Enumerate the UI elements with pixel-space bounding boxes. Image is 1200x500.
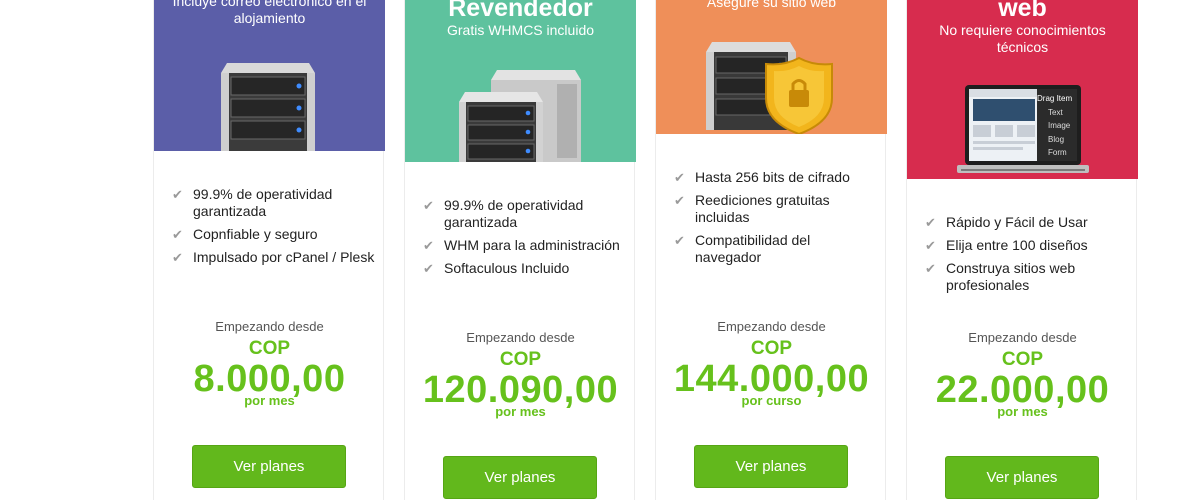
feature-item: ✔ 99.9% de operatividad garantizada [423,197,584,230]
builder-panel-title: Drag Item [1037,94,1073,103]
price-currency: COP [750,338,793,359]
price-from-label: Empezando desde [466,330,575,345]
price-block: Empezando desde COP 120.090,00 por mes [405,330,636,419]
plan-header: Incluye correo electrónico en el alojami… [154,0,385,151]
plan-card-reseller: Revendedor Gratis WHMCS incluido ✔ 99.9% … [404,0,636,500]
check-icon: ✔ [674,193,685,208]
feature-item: ✔ Construya sitios web profesionales [925,260,1076,293]
plan-header: web No requiere conocimientos técnicos D… [907,0,1138,179]
plan-subtitle: Gratis WHMCS incluido [446,22,595,38]
plan-title: Revendedor [448,0,593,22]
plan-header: Asegure su sitio web [656,0,887,134]
double-server-icon [459,70,581,162]
check-icon: ✔ [925,215,936,230]
price-from-label: Empezando desde [717,319,826,334]
price-from-label: Empezando desde [215,319,324,334]
feature-item: ✔ Elija entre 100 diseños [925,237,1088,253]
feature-list: ✔ Hasta 256 bits de cifrado ✔ Reediciones … [674,169,877,272]
builder-panel-item: Form [1048,148,1067,157]
plan-title: web [998,0,1047,22]
price-currency: COP [499,349,542,370]
feature-item: ✔ Reediciones gratuitas incluidas [674,192,830,225]
builder-panel-item: Image [1048,121,1071,130]
view-plans-button[interactable]: Ver planes [443,456,597,499]
check-icon: ✔ [423,261,434,276]
view-plans-button[interactable]: Ver planes [192,445,346,488]
view-plans-button[interactable]: Ver planes [945,456,1099,499]
builder-panel: Drag Item Text Image Blog Form [1037,92,1075,160]
price-block: Empezando desde COP 8.000,00 por mes [154,319,385,408]
check-icon: ✔ [925,261,936,276]
check-icon: ✔ [674,233,685,248]
view-plans-button[interactable]: Ver planes [694,445,848,488]
price-block: Empezando desde COP 144.000,00 por curso [656,319,887,408]
server-icon [221,63,315,151]
price-currency: COP [248,338,291,359]
plan-subtitle: No requiere conocimientos técnicos [939,22,1106,55]
plan-card-email-hosting: Incluye correo electrónico en el alojami… [153,0,385,500]
feature-item: ✔ Hasta 256 bits de cifrado [674,169,850,185]
check-icon: ✔ [423,198,434,213]
plan-subtitle: Asegure su sitio web [706,0,837,10]
check-icon: ✔ [925,238,936,253]
check-icon: ✔ [172,227,183,242]
feature-item: ✔ Softaculous Incluido [423,260,570,276]
ssl-shield-icon [706,42,833,134]
feature-list: ✔ Rápido y Fácil de Usar ✔ Elija entre 100… [925,214,1128,300]
check-icon: ✔ [674,170,685,185]
check-icon: ✔ [172,250,183,265]
price-currency: COP [1001,349,1044,370]
feature-item: ✔ 99.9% de operatividad garantizada [172,186,333,219]
plan-card-ssl: Asegure su sitio web ✔ Hasta 256 bits de … [655,0,887,500]
plan-card-website-builder: web No requiere conocimientos técnicos D… [906,0,1138,500]
price-from-label: Empezando desde [968,330,1077,345]
plan-header: Revendedor Gratis WHMCS incluido [405,0,636,162]
feature-item: ✔ Impulsado por cPanel / Plesk [172,249,375,265]
builder-panel-item: Blog [1048,134,1065,144]
check-icon: ✔ [172,187,183,202]
feature-item: ✔ WHM para la administración [423,237,620,253]
feature-list: ✔ 99.9% de operatividad garantizada ✔ Copn… [172,186,375,272]
feature-item: ✔ Copnfiable y seguro [172,226,318,242]
price-period: por mes [244,393,295,408]
feature-item: ✔ Rápido y Fácil de Usar [925,214,1088,230]
plan-subtitle: Incluye correo electrónico en el alojami… [172,0,367,26]
check-icon: ✔ [423,238,434,253]
feature-list: ✔ 99.9% de operatividad garantizada ✔ WHM … [423,197,626,283]
price-block: Empezando desde COP 22.000,00 por mes [907,330,1138,419]
builder-panel-item: Text [1048,107,1063,117]
feature-item: ✔ Compatibilidad del navegador [674,232,811,265]
